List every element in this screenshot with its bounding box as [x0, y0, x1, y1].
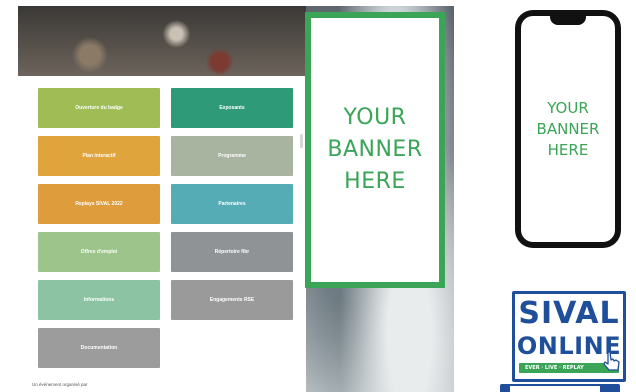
tile-label: Informations	[83, 297, 115, 303]
tile-documentation[interactable]: Documentation	[38, 328, 160, 368]
logo-word-sival: SIVAL	[518, 296, 620, 331]
banner-text: YOUR BANNER HERE	[327, 102, 422, 198]
phone-mockup: YOUR BANNER HERE	[515, 10, 621, 248]
pointer-cursor-icon	[603, 351, 620, 371]
tile-label: Exposants	[219, 105, 245, 111]
footer-text: Un événement organisé par	[32, 382, 88, 387]
tile-exposants[interactable]: Exposants	[171, 88, 293, 128]
tile-programme[interactable]: Programme	[171, 136, 293, 176]
tile-informations[interactable]: Informations	[38, 280, 160, 320]
banner-line: BANNER	[536, 119, 600, 138]
phone-screen[interactable]: YOUR BANNER HERE	[521, 16, 615, 242]
scrollbar[interactable]	[300, 134, 303, 148]
hero-image	[18, 6, 306, 76]
tile-label: Répertoire fibr	[214, 249, 250, 255]
tile-repertoire[interactable]: Répertoire fibr	[171, 232, 293, 272]
tile-offres-emploi[interactable]: Offres d'emploi	[38, 232, 160, 272]
banner-line: HERE	[547, 140, 589, 159]
tile-label: Partenaires	[218, 201, 246, 207]
banner-line: BANNER	[327, 137, 423, 162]
tile-label: Engagements RSE	[209, 297, 255, 303]
banner-placeholder-tall[interactable]: YOUR BANNER HERE	[305, 12, 445, 288]
logo-lower-inner	[510, 386, 600, 392]
tile-label: Replays SIVAL 2022	[75, 201, 123, 207]
menu-panel: Ouverture du badge Exposants Plan intera…	[18, 76, 306, 392]
tile-label: Programme	[218, 153, 246, 159]
tile-label: Plan interactif	[82, 153, 116, 159]
tile-ouverture-badge[interactable]: Ouverture du badge	[38, 88, 160, 128]
banner-line: YOUR	[547, 98, 589, 117]
tile-label: Documentation	[80, 345, 118, 351]
tile-replays[interactable]: Replays SIVAL 2022	[38, 184, 160, 224]
tile-engagements-rse[interactable]: Engagements RSE	[171, 280, 293, 320]
banner-line: YOUR	[343, 105, 407, 130]
tile-plan-interactif[interactable]: Plan interactif	[38, 136, 160, 176]
tile-partenaires[interactable]: Partenaires	[171, 184, 293, 224]
phone-notch	[550, 16, 586, 25]
phone-banner-text: YOUR BANNER HERE	[537, 98, 600, 161]
tile-label: Ouverture du badge	[75, 105, 123, 111]
tile-label: Offres d'emploi	[80, 249, 118, 255]
banner-line: HERE	[344, 169, 406, 194]
